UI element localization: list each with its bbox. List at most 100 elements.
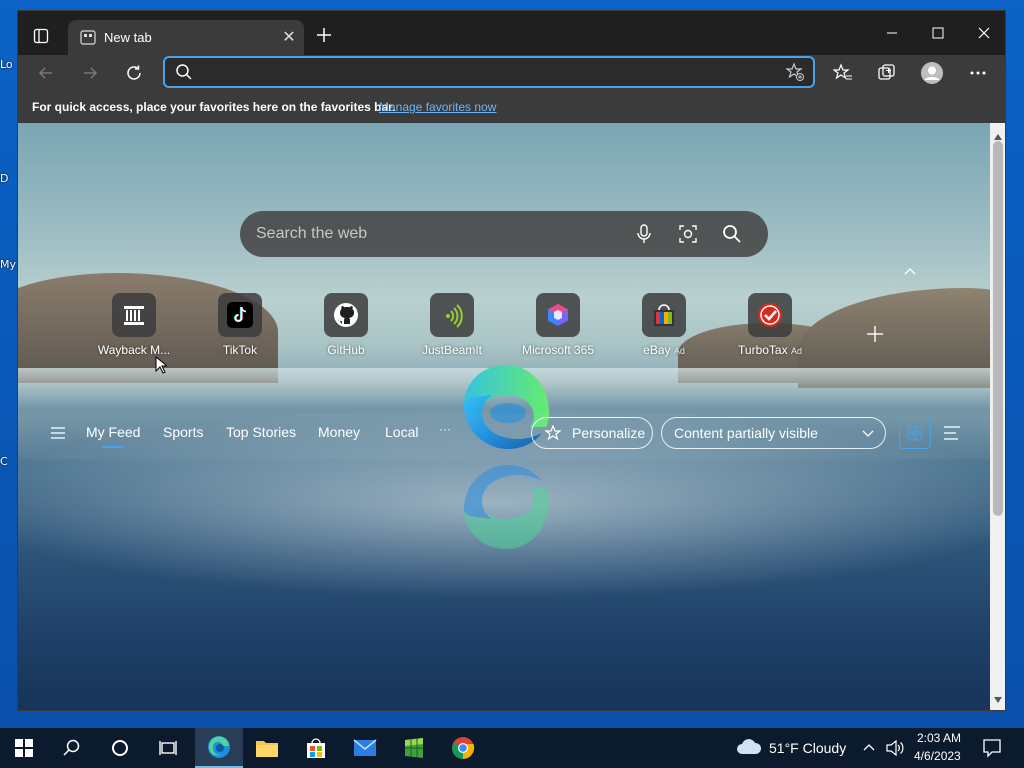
favorites-icon[interactable] [831,61,855,85]
personalize-label: Personalize [572,425,646,441]
add-favorite-icon[interactable] [785,62,805,87]
quick-link-tiktok[interactable]: TikTok [195,293,285,357]
clock-date[interactable]: 4/6/2023 [914,749,961,763]
grid-layout-icon[interactable] [899,417,931,449]
store-icon[interactable] [292,728,340,768]
close-tab-icon[interactable]: ✕ [280,29,298,47]
wayback-icon [112,293,156,337]
browser-toolbar [18,55,1005,91]
quick-link-github[interactable]: GitHub [301,293,391,357]
web-search-box[interactable]: Search the web [240,211,768,257]
new-tab-button[interactable] [314,25,334,45]
search-placeholder: Search the web [256,225,368,242]
new-tab-page-icon [80,30,96,45]
search-icon [175,63,193,86]
search-icon[interactable] [48,728,96,768]
ad-badge: Ad [790,346,802,356]
new-tab-page: Search the web Wayback M... TikTok GitHu… [18,123,990,710]
quick-link-label: TikTok [222,343,258,357]
quick-link-label: Microsoft 365 [521,343,595,357]
scrollbar[interactable] [990,123,1005,710]
tab-top-stories[interactable]: Top Stories [226,424,296,440]
mouse-cursor-icon [155,355,169,379]
spreadsheet-app-icon[interactable] [390,728,438,768]
quick-link-wayback[interactable]: Wayback M... [89,293,179,357]
desktop-icon-label[interactable]: D [0,172,8,185]
quick-link-microsoft365[interactable]: Microsoft 365 [513,293,603,357]
desktop-icon-label[interactable]: My [0,258,16,271]
quick-link-label: JustBeamIt [421,343,483,357]
favorites-bar-message: For quick access, place your favorites h… [32,100,396,114]
scrollbar-thumb[interactable] [993,141,1003,516]
quick-link-label: Wayback M... [97,343,171,357]
tiktok-icon [218,293,262,337]
cloud-icon[interactable] [736,737,762,762]
quick-link-turbotax[interactable]: TurboTax Ad [725,293,815,357]
tab-new-tab[interactable]: New tab ✕ [68,20,304,55]
tab-money[interactable]: Money [318,424,360,440]
personalize-button[interactable]: Personalize [531,417,653,449]
microsoft365-icon [536,293,580,337]
ad-badge: Ad [673,346,685,356]
quick-link-ebay[interactable]: eBay Ad [619,293,709,357]
minimize-icon[interactable] [880,21,904,45]
tab-sports[interactable]: Sports [163,424,203,440]
tab-actions-icon[interactable] [28,23,54,49]
list-layout-icon[interactable] [943,425,961,446]
forward-arrow-icon[interactable] [78,61,102,85]
notifications-icon[interactable] [982,738,1002,763]
taskbar: 51°F Cloudy 2:03 AM 4/6/2023 [0,728,1024,768]
volume-icon[interactable] [885,739,905,762]
task-view-icon[interactable] [144,728,192,768]
tab-local[interactable]: Local [385,424,418,440]
settings-more-icon[interactable] [966,61,990,85]
manage-favorites-link[interactable]: Manage favorites now [379,100,496,114]
weather-text[interactable]: 51°F Cloudy [769,740,846,756]
tab-bar: New tab ✕ [18,11,1005,55]
desktop-icon-label[interactable]: C [0,455,8,468]
feed-navigation: My Feed Sports Top Stories Money Local ·… [18,413,990,459]
edge-logo-reflection [456,457,556,557]
browser-window: New tab ✕ For quick access, place your f… [17,10,1006,711]
file-explorer-icon[interactable] [243,728,291,768]
chevron-up-icon[interactable] [862,740,876,759]
address-bar[interactable] [163,56,815,88]
personalize-icon [544,424,562,446]
more-tabs-button[interactable]: ··· [439,422,451,436]
address-input[interactable] [203,62,763,84]
mail-icon[interactable] [341,728,389,768]
chevron-down-icon [861,426,875,443]
clock-time[interactable]: 2:03 AM [917,731,961,745]
tab-my-feed[interactable]: My Feed [86,424,140,448]
microphone-icon[interactable] [632,222,656,246]
quick-link-label: GitHub [327,343,365,357]
start-button[interactable] [0,728,48,768]
content-visibility-dropdown[interactable]: Content partially visible [661,417,886,449]
chrome-icon[interactable] [439,728,487,768]
back-arrow-icon[interactable] [34,61,58,85]
maximize-icon[interactable] [926,21,950,45]
desktop-icon-label[interactable]: Lo [0,58,13,71]
close-window-icon[interactable] [972,21,996,45]
turbotax-icon [748,293,792,337]
tab-title: New tab [104,30,152,45]
collections-icon[interactable] [875,61,899,85]
edge-taskbar-icon[interactable] [195,728,243,768]
search-icon[interactable] [720,222,744,246]
quick-link-label: TurboTax [738,343,788,357]
refresh-icon[interactable] [122,61,146,85]
quick-link-label: eBay [643,343,671,357]
quick-link-justbeamit[interactable]: JustBeamIt [407,293,497,357]
ebay-icon [642,293,686,337]
content-visibility-value: Content partially visible [674,425,818,441]
chevron-up-icon[interactable] [901,263,919,281]
justbeamit-icon [430,293,474,337]
scroll-down-icon[interactable] [994,690,1002,708]
cortana-icon[interactable] [96,728,144,768]
menu-hamburger-icon[interactable] [50,426,66,445]
profile-avatar[interactable] [920,61,944,85]
favorites-bar: For quick access, place your favorites h… [18,91,1005,123]
github-icon [324,293,368,337]
add-site-icon[interactable] [864,323,886,345]
visual-search-icon[interactable] [676,222,700,246]
